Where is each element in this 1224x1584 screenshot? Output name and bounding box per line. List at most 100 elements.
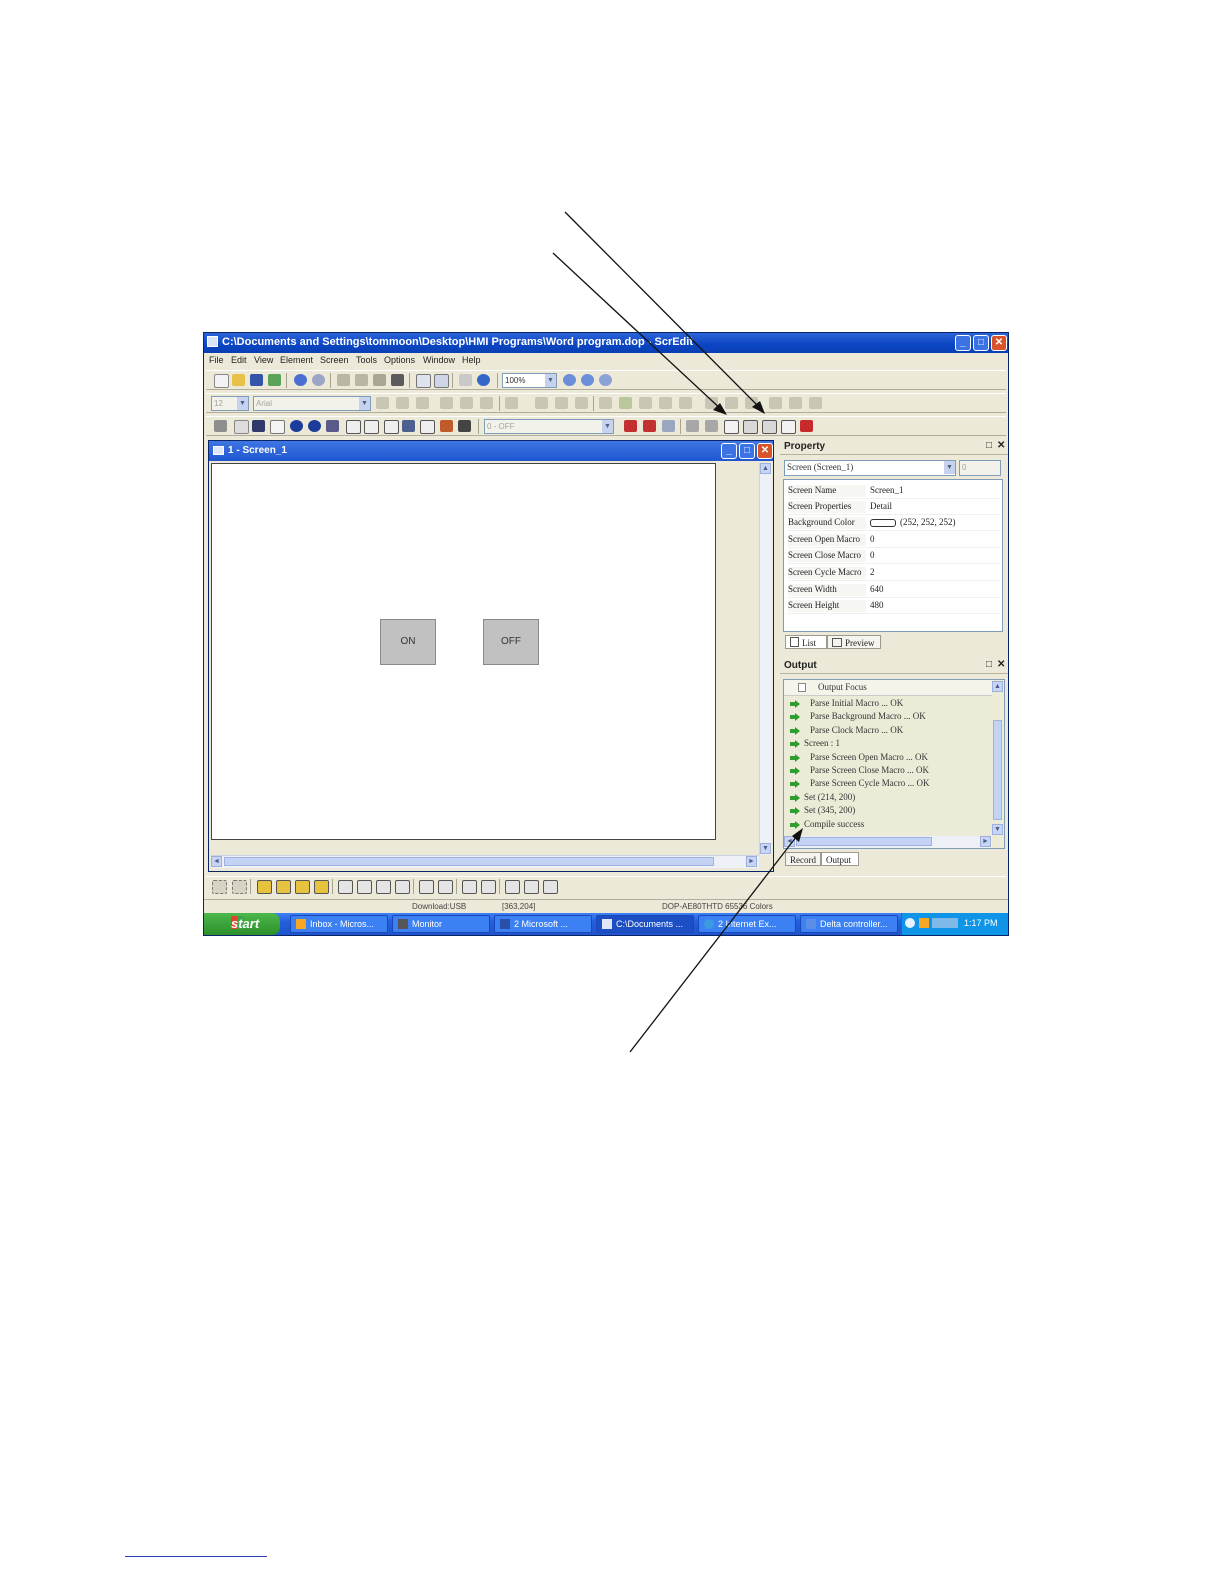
layout-icon[interactable] (745, 397, 758, 409)
text-tool-icon[interactable] (624, 420, 637, 432)
restore-icon[interactable]: □ (986, 440, 992, 451)
lamp-element-icon[interactable] (308, 420, 321, 432)
simulate-icon[interactable] (800, 420, 813, 432)
minimize-button[interactable]: _ (955, 335, 971, 351)
output-log[interactable]: Output Focus Parse Initial Macro ... OK P… (783, 679, 1005, 849)
font-color-icon[interactable] (505, 397, 518, 409)
screen-icon[interactable] (416, 374, 431, 388)
tab-record[interactable]: Record (785, 852, 821, 866)
layout-icon[interactable] (639, 397, 652, 409)
screen-window-titlebar[interactable]: 1 - Screen_1 _ □ ✕ (209, 441, 773, 461)
bold-icon[interactable] (535, 397, 548, 409)
cut-icon[interactable] (337, 374, 350, 386)
menu-edit[interactable]: Edit (231, 355, 247, 365)
tray-app-icon[interactable] (919, 918, 929, 928)
property-row[interactable]: Screen Name Screen_1 (788, 483, 1000, 499)
line-element-icon[interactable] (270, 420, 285, 434)
alarm-element-icon[interactable] (440, 420, 453, 432)
layout-icon[interactable] (679, 397, 692, 409)
forward-icon[interactable] (295, 880, 310, 894)
download-screen-icon[interactable] (743, 420, 758, 434)
send-back-icon[interactable] (276, 880, 291, 894)
zoom-in-icon[interactable] (563, 374, 576, 386)
pen-icon[interactable] (599, 397, 612, 409)
menu-help[interactable]: Help (462, 355, 481, 365)
group-icon[interactable] (212, 880, 227, 894)
layout-icon[interactable] (769, 397, 782, 409)
download-all-icon[interactable] (762, 420, 777, 434)
taskbar-item-internet-explorer[interactable]: 2 Internet Ex... (698, 915, 796, 933)
input-element-icon[interactable] (346, 420, 361, 434)
property-row[interactable]: Screen Properties Detail (788, 499, 1000, 515)
tab-output[interactable]: Output (821, 852, 859, 866)
output-hscrollbar[interactable]: ◄ ► (784, 836, 992, 848)
zoom-out-icon[interactable] (581, 374, 594, 386)
keypad-element-icon[interactable] (458, 420, 471, 432)
state-select[interactable]: 0 - OFF ▼ (484, 419, 614, 434)
child-close-button[interactable]: ✕ (757, 443, 773, 459)
scroll-thumb[interactable] (224, 857, 714, 866)
layout-icon[interactable] (659, 397, 672, 409)
align-right-icon[interactable] (357, 880, 372, 894)
vertical-scrollbar[interactable]: ▲ ▼ (759, 463, 772, 855)
center-vertical-icon[interactable] (438, 880, 453, 894)
taskbar-item-monitor[interactable]: Monitor (392, 915, 490, 933)
zoom-fit-icon[interactable] (599, 374, 612, 386)
align-bottom-icon[interactable] (395, 880, 410, 894)
undo-icon[interactable] (294, 374, 307, 386)
scroll-up-icon[interactable]: ▲ (760, 463, 771, 474)
taskbar-item-delta[interactable]: Delta controller... (800, 915, 898, 933)
scroll-right-icon[interactable]: ► (746, 856, 757, 867)
scroll-down-icon[interactable]: ▼ (992, 824, 1003, 835)
output-focus-row[interactable]: Output Focus (784, 680, 992, 696)
meter-element-icon[interactable] (234, 420, 249, 434)
display-element-icon[interactable] (364, 420, 379, 434)
child-minimize-button[interactable]: _ (721, 443, 737, 459)
scroll-right-icon[interactable]: ► (980, 836, 991, 847)
menu-screen[interactable]: Screen (320, 355, 349, 365)
screen-copy-icon[interactable] (434, 374, 449, 388)
align-middle-icon[interactable] (460, 397, 473, 409)
screen-canvas[interactable]: ON OFF (211, 463, 716, 840)
print-icon[interactable] (459, 374, 472, 386)
space-horizontal-icon[interactable] (462, 880, 477, 894)
menu-tools[interactable]: Tools (356, 355, 377, 365)
align-left-icon[interactable] (376, 397, 389, 409)
fill-icon[interactable] (619, 397, 632, 409)
font-name-select[interactable]: Arial ▼ (253, 396, 371, 411)
previous-screen-icon[interactable] (686, 420, 699, 432)
same-size-icon[interactable] (543, 880, 558, 894)
tray-network-icon[interactable] (932, 918, 958, 928)
export-icon[interactable] (268, 374, 281, 386)
italic-icon[interactable] (555, 397, 568, 409)
font-size-select[interactable]: 12 ▼ (211, 396, 249, 411)
tray-expand-icon[interactable] (905, 918, 915, 928)
bring-front-icon[interactable] (257, 880, 272, 894)
close-icon[interactable]: ✕ (997, 659, 1005, 670)
ungroup-icon[interactable] (232, 880, 247, 894)
help-icon[interactable] (477, 374, 490, 386)
on-button[interactable]: ON (380, 619, 436, 665)
bar-element-icon[interactable] (252, 420, 265, 432)
button-element-icon[interactable] (214, 420, 227, 432)
align-right-icon[interactable] (416, 397, 429, 409)
book-element-icon[interactable] (420, 420, 435, 434)
paste-icon[interactable] (373, 374, 386, 386)
close-button[interactable]: ✕ (991, 335, 1007, 351)
property-row[interactable]: Background Color (252, 252, 252) (788, 515, 1000, 531)
align-bottom-icon[interactable] (480, 397, 493, 409)
upload-icon[interactable] (781, 420, 796, 434)
align-left-icon[interactable] (338, 880, 353, 894)
property-row[interactable]: Screen Cycle Macro 2 (788, 565, 1000, 581)
horizontal-scrollbar[interactable]: ◄ ► (211, 855, 759, 868)
zoom-select[interactable]: 100% ▼ (502, 373, 557, 388)
close-icon[interactable]: ✕ (997, 440, 1005, 451)
taskbar-item-scredit[interactable]: C:\Documents ... (596, 915, 694, 933)
scroll-thumb[interactable] (796, 837, 932, 846)
layout-icon[interactable] (705, 397, 718, 409)
same-width-icon[interactable] (505, 880, 520, 894)
find-icon[interactable] (391, 374, 404, 386)
underline-icon[interactable] (575, 397, 588, 409)
backward-icon[interactable] (314, 880, 329, 894)
grid-element-icon[interactable] (326, 420, 339, 432)
